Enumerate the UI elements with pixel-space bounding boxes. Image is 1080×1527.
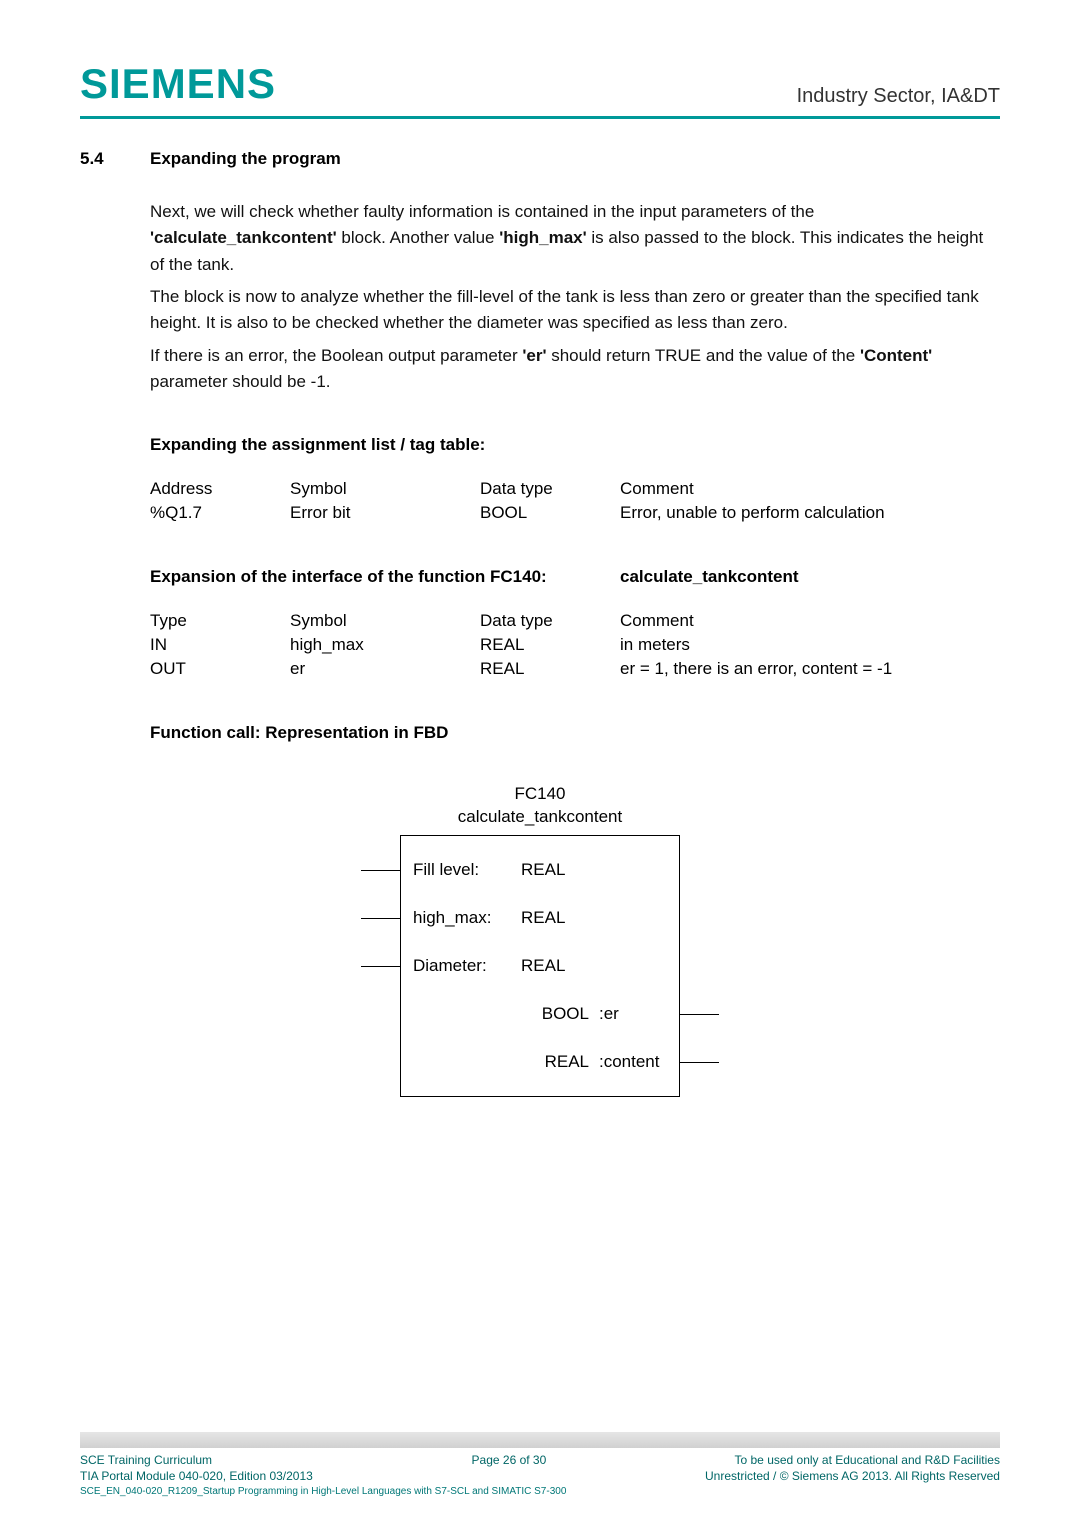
fbd-input-row: Diameter: REAL — [401, 942, 679, 990]
th-comment: Comment — [620, 479, 1000, 499]
fbd-input-row: Fill level: REAL — [401, 846, 679, 894]
siemens-logo: SIEMENS — [80, 60, 276, 108]
footer-left-line2: TIA Portal Module 040-020, Edition 03/20… — [80, 1468, 313, 1484]
fbd-input-label: Fill level: — [401, 860, 521, 880]
fbd-output-type: REAL — [545, 1052, 599, 1072]
pin-left-icon — [361, 966, 401, 967]
fbd-wrap: FC140 calculate_tankcontent Fill level: … — [80, 783, 1000, 1097]
intro-p1: Next, we will check whether faulty infor… — [150, 199, 1000, 278]
industry-sector-text: Industry Sector, IA&DT — [797, 85, 1000, 108]
th-symbol: Symbol — [290, 479, 480, 499]
pin-left-icon — [361, 870, 401, 871]
td-comment2: er = 1, there is an error, content = -1 — [620, 659, 1000, 679]
header: SIEMENS Industry Sector, IA&DT — [80, 60, 1000, 114]
th-comment2: Comment — [620, 611, 1000, 631]
intro-p1c: block. Another value — [337, 228, 500, 247]
fbd-output-name: :er — [599, 1004, 679, 1024]
intro-p3c: should return TRUE and the value of the — [547, 346, 860, 365]
footer-left: SCE Training Curriculum TIA Portal Modul… — [80, 1452, 313, 1484]
section-number: 5.4 — [80, 149, 150, 169]
td-datatype: BOOL — [480, 503, 620, 523]
expansion-row: IN high_max REAL in meters — [150, 635, 1000, 655]
intro-p3a: If there is an error, the Boolean output… — [150, 346, 522, 365]
th-type: Type — [150, 611, 290, 631]
function-call-heading: Function call: Representation in FBD — [150, 723, 1000, 743]
tag-table: Address Symbol Data type Comment %Q1.7 E… — [150, 479, 1000, 523]
td-type: OUT — [150, 659, 290, 679]
intro-p1d: 'high_max' — [499, 228, 586, 247]
fbd-title: FC140 calculate_tankcontent — [360, 783, 720, 829]
intro-p3: If there is an error, the Boolean output… — [150, 343, 1000, 396]
fbd-input-label: high_max: — [401, 908, 521, 928]
section-heading: 5.4 Expanding the program — [80, 149, 1000, 169]
expansion-heading: Expansion of the interface of the functi… — [150, 567, 1000, 587]
page: SIEMENS Industry Sector, IA&DT 5.4 Expan… — [0, 0, 1080, 1527]
intro-p3e: parameter should be -1. — [150, 372, 331, 391]
footer-bar — [80, 1432, 1000, 1448]
footer-right-line1: To be used only at Educational and R&D F… — [705, 1452, 1000, 1468]
expansion-header-row: Type Symbol Data type Comment — [150, 611, 1000, 631]
footer-row: SCE Training Curriculum TIA Portal Modul… — [80, 1452, 1000, 1484]
fbd-output-row: REAL :content — [401, 1038, 679, 1086]
th-datatype: Data type — [480, 479, 620, 499]
intro-p2: The block is now to analyze whether the … — [150, 284, 1000, 337]
tag-table-heading: Expanding the assignment list / tag tabl… — [150, 435, 1000, 455]
tag-table-header-row: Address Symbol Data type Comment — [150, 479, 1000, 499]
page-footer: SCE Training Curriculum TIA Portal Modul… — [0, 1432, 1080, 1497]
header-rule — [80, 116, 1000, 119]
intro-p1a: Next, we will check whether faulty infor… — [150, 202, 814, 221]
td-symbol: Error bit — [290, 503, 480, 523]
fbd-output-type: BOOL — [542, 1004, 599, 1024]
td-symbol2: er — [290, 659, 480, 679]
expansion-row: OUT er REAL er = 1, there is an error, c… — [150, 659, 1000, 679]
intro-p3d: 'Content' — [860, 346, 932, 365]
footer-right: To be used only at Educational and R&D F… — [705, 1452, 1000, 1484]
expansion-table: Type Symbol Data type Comment IN high_ma… — [150, 611, 1000, 679]
intro-paragraphs: Next, we will check whether faulty infor… — [150, 199, 1000, 395]
fbd-input-label: Diameter: — [401, 956, 521, 976]
footer-page-number: Page 26 of 30 — [472, 1452, 547, 1484]
fbd-title-line1: FC140 — [360, 783, 720, 806]
pin-right-icon — [679, 1014, 719, 1015]
th-address: Address — [150, 479, 290, 499]
section-title: Expanding the program — [150, 149, 341, 169]
pin-left-icon — [361, 918, 401, 919]
td-datatype2: REAL — [480, 635, 620, 655]
td-symbol2: high_max — [290, 635, 480, 655]
intro-p1b: 'calculate_tankcontent' — [150, 228, 337, 247]
td-datatype2: REAL — [480, 659, 620, 679]
fbd-input-type: REAL — [521, 860, 601, 880]
td-comment2: in meters — [620, 635, 1000, 655]
td-comment: Error, unable to perform calculation — [620, 503, 1000, 523]
fbd-input-type: REAL — [521, 908, 601, 928]
footer-sub-line: SCE_EN_040-020_R1209_Startup Programming… — [80, 1486, 1000, 1497]
intro-p3b: 'er' — [522, 346, 546, 365]
fbd-box: Fill level: REAL high_max: REAL Diameter… — [400, 835, 680, 1097]
footer-right-line2: Unrestricted / © Siemens AG 2013. All Ri… — [705, 1468, 1000, 1484]
pin-right-icon — [679, 1062, 719, 1063]
footer-left-line1: SCE Training Curriculum — [80, 1452, 313, 1468]
td-type: IN — [150, 635, 290, 655]
fbd-input-row: high_max: REAL — [401, 894, 679, 942]
fbd-block: FC140 calculate_tankcontent Fill level: … — [360, 783, 720, 1097]
tag-table-row: %Q1.7 Error bit BOOL Error, unable to pe… — [150, 503, 1000, 523]
expansion-heading-right: calculate_tankcontent — [620, 567, 799, 587]
fbd-output-name: :content — [599, 1052, 679, 1072]
td-address: %Q1.7 — [150, 503, 290, 523]
expansion-heading-left: Expansion of the interface of the functi… — [150, 567, 620, 587]
fbd-title-line2: calculate_tankcontent — [360, 806, 720, 829]
th-symbol2: Symbol — [290, 611, 480, 631]
th-datatype2: Data type — [480, 611, 620, 631]
fbd-input-type: REAL — [521, 956, 601, 976]
fbd-output-row: BOOL :er — [401, 990, 679, 1038]
